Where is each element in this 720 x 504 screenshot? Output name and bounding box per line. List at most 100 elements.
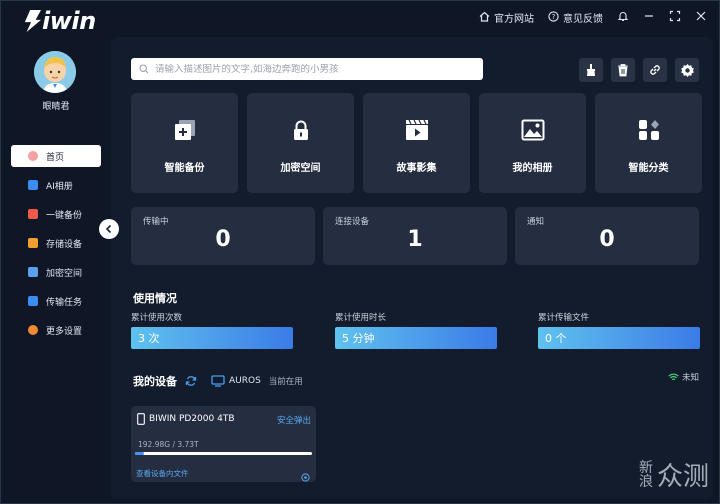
official-site-label: 官方网站 bbox=[494, 14, 534, 25]
app-window: iwin 官方网站 ? 意见反馈 眼睛君 首页 AI相册 一键备份 存储设备 加… bbox=[0, 0, 720, 504]
usage-duration: 累计使用时长 5 分钟 bbox=[335, 311, 497, 349]
main-panel: 智能备份 加密空间 故事影集 我的相册 智能分类 传输中 0 bbox=[111, 37, 713, 499]
maximize-icon[interactable] bbox=[669, 10, 681, 25]
delete-button[interactable] bbox=[611, 58, 635, 82]
sidebar-item-label: 传输任务 bbox=[46, 297, 83, 308]
sidebar-item-label: 一键备份 bbox=[46, 210, 83, 221]
stat-label: 传输中 bbox=[143, 217, 169, 227]
tile-encrypted-space[interactable]: 加密空间 bbox=[247, 93, 354, 193]
stat-connected-devices[interactable]: 连接设备 1 bbox=[323, 207, 507, 265]
lock-icon bbox=[294, 120, 308, 140]
stat-transferring[interactable]: 传输中 0 bbox=[131, 207, 315, 265]
usage-title: 使用情况 bbox=[133, 292, 177, 305]
view-files-link[interactable]: 查看设备内文件 bbox=[136, 468, 189, 479]
tile-story-album[interactable]: 故事影集 bbox=[363, 93, 470, 193]
watermark: 新 浪 众测 bbox=[639, 456, 709, 493]
tile-label: 加密空间 bbox=[280, 163, 321, 174]
collapse-sidebar-button[interactable] bbox=[99, 219, 119, 239]
device-card[interactable]: BIWIN PD2000 4TB 安全弹出 192.98G / 3.73T 查看… bbox=[131, 406, 316, 482]
official-site-link[interactable]: 官方网站 bbox=[479, 10, 534, 25]
watermark-text: 众测 bbox=[656, 462, 709, 492]
feedback-link[interactable]: ? 意见反馈 bbox=[548, 10, 603, 25]
home-icon bbox=[479, 11, 490, 25]
toolbar bbox=[579, 58, 699, 82]
search-input[interactable] bbox=[155, 63, 475, 75]
sidebar: 眼睛君 首页 AI相册 一键备份 存储设备 加密空间 传输任务 更多设置 bbox=[1, 35, 111, 504]
tile-label: 智能分类 bbox=[628, 163, 669, 174]
avatar[interactable] bbox=[34, 51, 76, 93]
settings-button[interactable] bbox=[675, 58, 699, 82]
transfer-icon bbox=[28, 296, 38, 306]
tile-smart-backup[interactable]: 智能备份 bbox=[131, 93, 238, 193]
sidebar-item-label: AI相册 bbox=[46, 181, 73, 192]
feedback-label: 意见反馈 bbox=[563, 14, 603, 25]
usage-count: 累计使用次数 3 次 bbox=[131, 311, 293, 349]
stats-row: 传输中 0 连接设备 1 通知 0 bbox=[131, 207, 699, 265]
clean-button[interactable] bbox=[579, 58, 603, 82]
sidebar-item-home[interactable]: 首页 bbox=[11, 145, 101, 167]
stat-value: 1 bbox=[407, 227, 423, 252]
stat-notifications[interactable]: 通知 0 bbox=[515, 207, 699, 265]
sidebar-nav: 首页 AI相册 一键备份 存储设备 加密空间 传输任务 更多设置 bbox=[11, 145, 101, 348]
capacity-bar bbox=[135, 452, 312, 455]
lock-folder-icon bbox=[28, 267, 38, 277]
wifi-icon bbox=[668, 373, 679, 380]
tile-my-album[interactable]: 我的相册 bbox=[479, 93, 586, 193]
sidebar-item-label: 存储设备 bbox=[46, 239, 83, 250]
eject-button[interactable]: 安全弹出 bbox=[277, 414, 311, 426]
tile-smart-category[interactable]: 智能分类 bbox=[595, 93, 702, 193]
bell-icon[interactable] bbox=[617, 10, 629, 25]
storage-icon bbox=[28, 238, 38, 248]
home-icon bbox=[28, 151, 38, 161]
tile-label: 智能备份 bbox=[164, 163, 205, 174]
device-name: BIWIN PD2000 4TB bbox=[149, 414, 235, 424]
photo-icon bbox=[521, 119, 545, 141]
device-settings-icon[interactable] bbox=[301, 467, 310, 486]
bolt-logo-icon bbox=[24, 10, 41, 32]
computer-name: AUROS bbox=[229, 376, 261, 386]
username: 眼睛君 bbox=[42, 102, 70, 112]
sidebar-item-label: 加密空间 bbox=[46, 268, 83, 279]
category-icon bbox=[639, 120, 659, 140]
usage-label: 累计使用时长 bbox=[335, 313, 387, 323]
sidebar-item-storage[interactable]: 存储设备 bbox=[11, 232, 101, 254]
svg-text:?: ? bbox=[552, 13, 556, 21]
title-actions: 官方网站 ? 意见反馈 bbox=[479, 10, 707, 25]
watermark-small: 新 浪 bbox=[638, 459, 653, 490]
devices-title: 我的设备 bbox=[133, 375, 177, 388]
devices-header: 我的设备 AUROS 当前在用 bbox=[133, 373, 303, 389]
usage-files: 累计传输文件 0 个 bbox=[538, 311, 700, 349]
link-icon bbox=[650, 65, 660, 75]
broom-icon bbox=[587, 64, 595, 76]
app-logo: iwin bbox=[23, 7, 96, 35]
tile-label: 故事影集 bbox=[396, 163, 437, 174]
sidebar-item-encrypted[interactable]: 加密空间 bbox=[11, 261, 101, 283]
usage-value: 3 次 bbox=[131, 327, 293, 349]
trash-icon bbox=[618, 64, 628, 77]
sidebar-item-transfer[interactable]: 传输任务 bbox=[11, 290, 101, 312]
stat-label: 通知 bbox=[527, 217, 545, 227]
gear-icon bbox=[680, 63, 694, 77]
minimize-icon[interactable] bbox=[643, 10, 655, 25]
close-icon[interactable] bbox=[695, 10, 707, 25]
wifi-status: 未知 bbox=[668, 371, 699, 383]
sidebar-item-label: 首页 bbox=[46, 152, 65, 163]
device-capacity: 192.98G / 3.73T bbox=[138, 440, 199, 449]
ai-album-icon bbox=[28, 180, 38, 190]
monitor-icon bbox=[211, 375, 225, 387]
usage-label: 累计使用次数 bbox=[131, 313, 183, 323]
sidebar-item-ai-album[interactable]: AI相册 bbox=[11, 174, 101, 196]
usage-label: 累计传输文件 bbox=[538, 313, 590, 323]
capacity-bar-fill bbox=[135, 452, 144, 455]
title-bar: iwin 官方网站 ? 意见反馈 bbox=[1, 1, 720, 35]
stat-value: 0 bbox=[599, 227, 615, 252]
settings-icon bbox=[28, 325, 38, 335]
link-button[interactable] bbox=[643, 58, 667, 82]
sidebar-item-settings[interactable]: 更多设置 bbox=[11, 319, 101, 341]
sidebar-item-backup[interactable]: 一键备份 bbox=[11, 203, 101, 225]
usage-value: 5 分钟 bbox=[335, 327, 497, 349]
refresh-icon[interactable] bbox=[185, 375, 197, 387]
search-bar[interactable] bbox=[131, 58, 483, 80]
sidebar-item-label: 更多设置 bbox=[46, 326, 83, 337]
stat-label: 连接设备 bbox=[335, 217, 370, 227]
